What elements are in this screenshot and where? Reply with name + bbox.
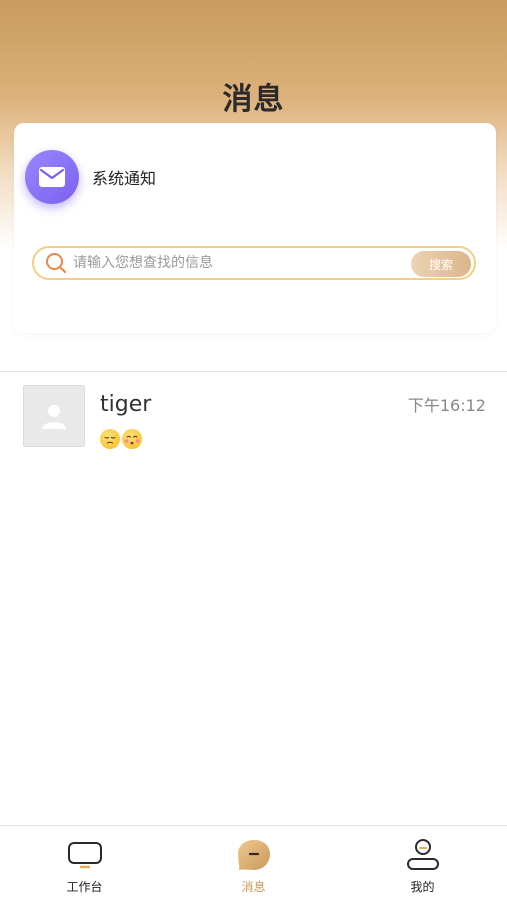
user-icon: [403, 838, 443, 872]
conversation-item[interactable]: tiger 下午16:12 😔😚: [0, 372, 507, 462]
search-icon: [45, 252, 67, 274]
tab-label: 工作台: [66, 880, 103, 894]
search-button[interactable]: 搜索: [411, 251, 471, 277]
envelope-icon: [25, 150, 79, 204]
default-user-avatar: [23, 385, 85, 447]
tab-label: 我的: [410, 880, 435, 894]
kissing-face-emoji-icon: [122, 429, 142, 449]
system-notice-label: 系统通知: [92, 169, 157, 188]
chat-bubble-icon: [234, 838, 274, 872]
pensive-face-emoji-icon: [100, 429, 120, 449]
tab-profile[interactable]: 我的: [338, 826, 507, 900]
system-notice-entry[interactable]: 系统通知: [25, 149, 156, 205]
page-title: 消息: [222, 82, 285, 117]
tab-workbench[interactable]: 工作台: [0, 826, 169, 900]
tab-messages[interactable]: 消息: [169, 826, 338, 900]
bottom-tab-bar: 工作台 消息 我的: [0, 825, 507, 900]
top-card: 系统通知 搜索: [14, 123, 496, 333]
monitor-icon: [65, 838, 105, 872]
tab-label: 消息: [241, 880, 266, 894]
contact-name: tiger: [100, 392, 152, 417]
search-input[interactable]: [73, 249, 373, 277]
message-time: 下午16:12: [407, 396, 486, 415]
last-message-preview: 😔😚: [100, 429, 142, 449]
search-bar: 搜索: [32, 246, 476, 280]
